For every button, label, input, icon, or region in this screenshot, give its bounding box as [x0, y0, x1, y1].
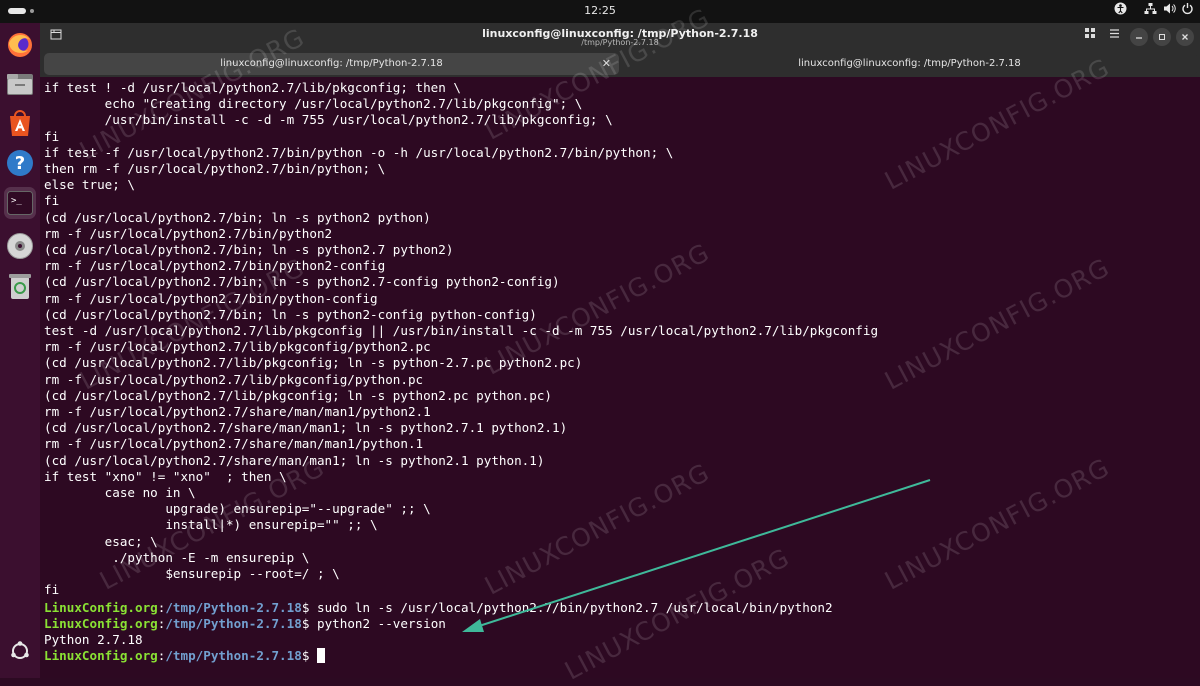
output-line: (cd /usr/local/python2.7/share/man/man1;… — [44, 420, 568, 436]
prompt-line: LinuxConfig.org:/tmp/Python-2.7.18$ pyth… — [44, 616, 446, 632]
minimize-button[interactable] — [1130, 28, 1148, 46]
output-line: else true; \ — [44, 177, 135, 193]
dock: ? >_ — [0, 23, 40, 678]
output-line: (cd /usr/local/python2.7/share/man/man1;… — [44, 452, 545, 468]
disc-icon[interactable] — [4, 230, 36, 262]
output-line: install|*) ensurepip="" ;; \ — [44, 517, 378, 533]
output-line: echo "Creating directory /usr/local/pyth… — [44, 96, 583, 112]
prompt-path: /tmp/Python-2.7.18 — [165, 600, 302, 615]
command-text: sudo ln -s /usr/local/python2.7/bin/pyth… — [316, 600, 833, 615]
clock[interactable]: 12:25 — [0, 4, 1200, 17]
output-line: test -d /usr/local/python2.7/lib/pkgconf… — [44, 323, 879, 338]
output-line: $ensurepip --root=/ ; \ — [44, 566, 340, 581]
output-line: (cd /usr/local/python2.7/bin; ln -s pyth… — [44, 242, 454, 257]
output-line: then rm -f /usr/local/python2.7/bin/pyth… — [44, 161, 386, 176]
prompt-path: /tmp/Python-2.7.18 — [165, 616, 302, 631]
prompt-user: LinuxConfig.org — [44, 616, 158, 631]
app-center-icon[interactable] — [4, 107, 36, 139]
command-text: python2 --version — [316, 616, 446, 631]
version-output: Python 2.7.18 — [44, 632, 143, 647]
output-line: if test ! -d /usr/local/python2.7/lib/pk… — [44, 80, 462, 95]
output-line: if test "xno" != "xno" ; then \ — [44, 468, 287, 484]
trash-icon[interactable] — [4, 270, 36, 302]
text-cursor — [316, 648, 325, 663]
output-line: esac; \ — [44, 533, 158, 549]
menu-icon[interactable] — [1106, 28, 1122, 44]
prompt-dollar: $ — [301, 616, 317, 631]
close-button[interactable] — [1176, 28, 1194, 46]
output-line: ./python -E -m ensurepip \ — [44, 549, 310, 565]
maximize-button[interactable] — [1153, 28, 1171, 46]
output-line: /usr/bin/install -c -d -m 755 /usr/local… — [44, 112, 613, 128]
output-line: rm -f /usr/local/python2.7/bin/python2 — [44, 225, 333, 241]
tab-label: linuxconfig@linuxconfig: /tmp/Python-2.7… — [798, 58, 1021, 69]
prompt-line: LinuxConfig.org:/tmp/Python-2.7.18$ — [44, 648, 325, 664]
output-line: rm -f /usr/local/python2.7/lib/pkgconfig… — [44, 339, 431, 355]
accessibility-icon[interactable] — [1114, 2, 1127, 18]
output-line: if test -f /usr/local/python2.7/bin/pyth… — [44, 144, 674, 160]
output-line: rm -f /usr/local/python2.7/bin/python2-c… — [44, 258, 386, 274]
output-line: (cd /usr/local/python2.7/bin; ln -s pyth… — [44, 306, 537, 322]
output-line: case no in \ — [44, 485, 196, 500]
output-line: upgrade) ensurepip="--upgrade" ;; \ — [44, 501, 431, 517]
output-line: fi — [44, 582, 60, 598]
tab-active[interactable]: linuxconfig@linuxconfig: /tmp/Python-2.7… — [44, 53, 619, 75]
prompt-dollar: $ — [301, 600, 317, 615]
tab-label: linuxconfig@linuxconfig: /tmp/Python-2.7… — [220, 58, 443, 69]
terminal-headerbar: linuxconfig@linuxconfig: /tmp/Python-2.7… — [40, 23, 1200, 77]
svg-text:>_: >_ — [11, 196, 22, 206]
output-line: rm -f /usr/local/python2.7/bin/python-co… — [44, 290, 378, 306]
prompt-line: LinuxConfig.org:/tmp/Python-2.7.18$ sudo… — [44, 600, 833, 616]
output-line: (cd /usr/local/python2.7/lib/pkgconfig; … — [44, 387, 552, 403]
files-icon[interactable] — [4, 68, 36, 100]
prompt-path: /tmp/Python-2.7.18 — [165, 648, 302, 663]
top-bar: 12:25 — [0, 0, 1200, 23]
help-icon[interactable]: ? — [4, 147, 36, 179]
prompt-user: LinuxConfig.org — [44, 600, 158, 615]
show-apps-icon[interactable] — [4, 635, 36, 667]
power-icon[interactable] — [1181, 2, 1194, 18]
output-line: (cd /usr/local/python2.7/lib/pkgconfig; … — [44, 355, 583, 371]
terminal-icon[interactable]: >_ — [4, 187, 36, 219]
grid-view-icon[interactable] — [1082, 28, 1098, 44]
tab-inactive[interactable]: linuxconfig@linuxconfig: /tmp/Python-2.7… — [622, 53, 1197, 75]
tab-close-icon[interactable]: ✕ — [602, 53, 611, 75]
terminal-output[interactable]: if test ! -d /usr/local/python2.7/lib/pk… — [40, 77, 1200, 678]
prompt-dollar: $ — [301, 648, 317, 663]
network-icon[interactable] — [1144, 2, 1157, 18]
output-line: (cd /usr/local/python2.7/bin; ln -s pyth… — [44, 274, 560, 290]
svg-text:?: ? — [15, 153, 25, 174]
output-line: (cd /usr/local/python2.7/bin; ln -s pyth… — [44, 209, 431, 225]
output-line: fi — [44, 193, 60, 209]
window-subtitle: /tmp/Python-2.7.18 — [581, 38, 659, 47]
output-line: rm -f /usr/local/python2.7/lib/pkgconfig… — [44, 371, 424, 387]
output-line: fi — [44, 128, 60, 144]
volume-icon[interactable] — [1163, 2, 1176, 18]
firefox-icon[interactable] — [4, 29, 36, 61]
output-line: rm -f /usr/local/python2.7/share/man/man… — [44, 436, 424, 452]
prompt-user: LinuxConfig.org — [44, 648, 158, 663]
output-line: rm -f /usr/local/python2.7/share/man/man… — [44, 404, 431, 419]
